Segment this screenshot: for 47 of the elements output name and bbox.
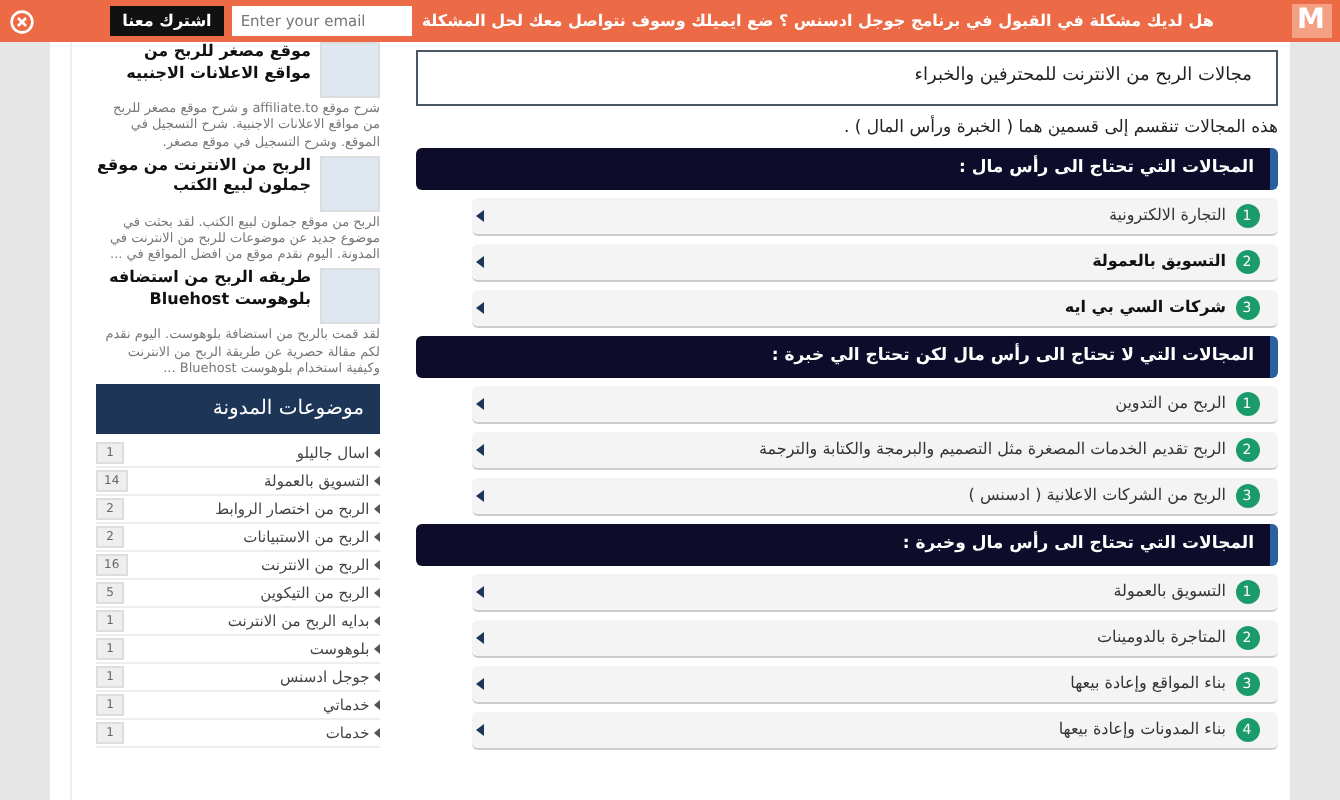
caret-icon bbox=[476, 397, 485, 410]
caret-icon bbox=[476, 302, 485, 314]
article-title: مجالات الربح من الانترنت للمحترفين والخبراء bbox=[416, 50, 1278, 105]
widget-heading: موضوعات المدونة bbox=[96, 384, 380, 435]
caret-icon bbox=[374, 644, 380, 655]
post-title[interactable]: موقع مصغر للربح من مواقع الاعلانات الاجنبيه bbox=[96, 42, 311, 86]
promo-message: هل لديك مشكلة في القبول في برنامج جوجل ادسنس ؟ ضع ايميلك وسوف نتواصل معك لحل المشكلة bbox=[421, 9, 1214, 33]
item-label: التسويق بالعمولة bbox=[1111, 579, 1226, 603]
section-heading: المجالات التي تحتاج الى رأس مال وخبرة : bbox=[416, 523, 1278, 565]
caret-icon bbox=[476, 256, 485, 268]
caret-icon bbox=[374, 560, 380, 571]
thumbnail-placeholder[interactable] bbox=[320, 155, 380, 212]
item-label: بناء المدونات وإعادة بيعها bbox=[1056, 717, 1226, 741]
item-label: الربح من الشركات الاعلانية ( ادسنس ) bbox=[966, 483, 1226, 508]
caret-icon bbox=[374, 616, 380, 627]
item-label: الربح من التدوين bbox=[1113, 391, 1226, 416]
thumbnail-placeholder[interactable] bbox=[320, 268, 380, 325]
caret-icon bbox=[476, 677, 485, 689]
caret-icon bbox=[374, 504, 380, 515]
close-icon[interactable] bbox=[9, 9, 33, 33]
caret-icon bbox=[374, 448, 380, 459]
thumbnail-placeholder[interactable] bbox=[320, 42, 380, 98]
caret-icon bbox=[476, 443, 485, 456]
caret-icon bbox=[476, 210, 485, 222]
item-label: التسويق بالعمولة bbox=[1090, 250, 1226, 274]
item-label: الربح تقديم الخدمات المصغرة مثل التصميم والبرمجة والكتابة والترجمة bbox=[756, 437, 1226, 462]
item-label: بناء المواقع وإعادة بيعها bbox=[1068, 671, 1226, 695]
intro-text: هذه المجالات تنقسم إلى قسمين هما ( الخبرة ورأس المال ) . bbox=[841, 115, 1278, 141]
caret-icon bbox=[374, 700, 380, 711]
item-label: التجارة الالكترونية bbox=[1106, 204, 1226, 228]
subscribe-button[interactable]: اشترك معنا bbox=[110, 6, 224, 36]
caret-icon bbox=[374, 588, 380, 599]
caret-icon bbox=[476, 723, 485, 735]
caret-icon bbox=[476, 585, 485, 597]
caret-icon bbox=[374, 532, 380, 543]
item-label: المتاجرة بالدومينات bbox=[1095, 625, 1226, 649]
caret-icon bbox=[374, 728, 380, 739]
caret-icon bbox=[476, 631, 485, 643]
logo: M bbox=[1291, 4, 1331, 38]
section-heading: المجالات التي تحتاج الى رأس مال : bbox=[416, 148, 1278, 190]
caret-icon bbox=[476, 489, 485, 502]
caret-icon bbox=[374, 476, 380, 487]
item-label: شركات السي بي ايه bbox=[1062, 296, 1226, 320]
caret-icon bbox=[374, 672, 380, 683]
section-heading: المجالات التي لا تحتاج الى رأس مال لكن تحتاج الي خبرة : bbox=[416, 336, 1278, 378]
post-title[interactable]: الربح من الانترنت من موقع جملون لبيع الكتب bbox=[96, 155, 311, 199]
post-title[interactable]: طريقه الربح من استضافه بلوهوست Bluehost bbox=[96, 268, 311, 312]
